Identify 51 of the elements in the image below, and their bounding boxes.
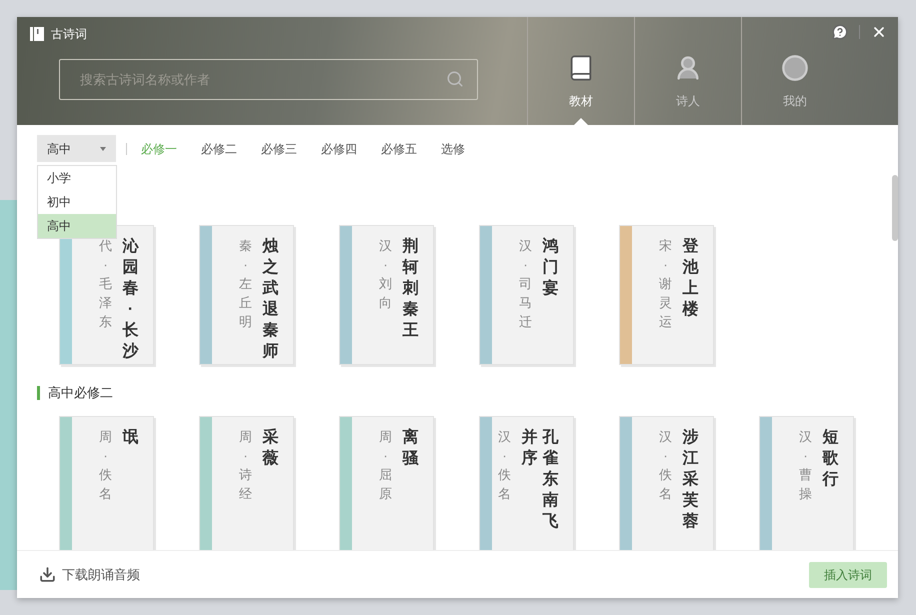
poem-title: 鸿门宴 <box>541 236 560 299</box>
poem-author: 汉·佚名 <box>659 428 672 502</box>
poem-title: 登池上楼 <box>681 236 700 320</box>
poem-author: 周·屈原 <box>379 428 392 502</box>
poem-title: 孔雀东南飞并序 <box>520 427 560 532</box>
section-heading: 高中必修二 <box>48 384 113 402</box>
volume-tab[interactable]: 必修五 <box>381 140 417 158</box>
poem-author: 汉·司马迁 <box>519 237 532 331</box>
help-icon <box>832 24 848 40</box>
poem-card[interactable]: 周·诗经 采薇 <box>199 416 294 550</box>
poem-author: 秦·左丘明 <box>239 237 252 331</box>
poem-title: 沁园春·长沙 <box>122 236 140 362</box>
app-logo-icon <box>30 27 44 41</box>
poem-author: 宋·谢灵运 <box>659 237 672 331</box>
poem-author: 代·毛泽东 <box>99 237 112 331</box>
poem-author: 周·诗经 <box>239 428 252 502</box>
poem-title: 涉江采芙蓉 <box>682 428 700 532</box>
level-dropdown[interactable]: 高中 <box>37 135 116 162</box>
caret-icon <box>100 146 106 150</box>
poem-card[interactable]: 周·屈原 离骚 <box>339 416 434 550</box>
poem-author: 汉·刘向 <box>379 237 392 312</box>
close-icon <box>871 24 887 40</box>
window-title: 古诗词 <box>51 26 87 43</box>
poem-card[interactable]: 汉·佚名 孔雀东南飞并序 <box>479 416 574 550</box>
poem-title: 荆轲刺秦王 <box>401 236 420 341</box>
download-link[interactable]: 下载朗诵音频 <box>39 564 140 584</box>
selected-pointer-icon <box>574 118 588 125</box>
help-button[interactable] <box>831 23 849 41</box>
poem-card[interactable]: 汉·刘向 荆轲刺秦王 <box>339 225 434 365</box>
poem-card[interactable]: 汉·司马迁 鸿门宴 <box>479 225 574 365</box>
poem-author: 汉·佚名 <box>498 428 511 502</box>
volume-tab[interactable]: 必修三 <box>261 140 297 158</box>
poem-title: 短歌行 <box>821 428 840 490</box>
volume-tab[interactable]: 选修 <box>441 140 465 158</box>
poem-card[interactable]: 汉·佚名 涉江采芙蓉 <box>619 416 714 550</box>
poem-title: 采薇 <box>262 427 280 468</box>
poem-author: 汉·曹操 <box>799 428 812 502</box>
insert-button[interactable]: 插入诗词 <box>809 562 887 588</box>
search-icon <box>446 70 464 88</box>
poem-title: 氓 <box>122 428 140 448</box>
poem-card[interactable]: 周·佚名 氓 <box>59 416 154 550</box>
scrollbar-thumb[interactable] <box>892 175 898 241</box>
search-field[interactable]: 搜索古诗词名称或作者 <box>59 59 478 100</box>
dropdown-option[interactable]: 高中 <box>38 214 116 238</box>
poem-author: 周·佚名 <box>99 428 112 502</box>
download-icon <box>39 566 56 583</box>
poem-title: 烛之武退秦师 <box>261 236 280 362</box>
poem-title: 离骚 <box>401 427 420 468</box>
volume-tab[interactable]: 必修四 <box>321 140 357 158</box>
volume-tab[interactable]: 必修二 <box>201 140 237 158</box>
poem-card[interactable]: 汉·曹操 短歌行 <box>759 416 854 550</box>
